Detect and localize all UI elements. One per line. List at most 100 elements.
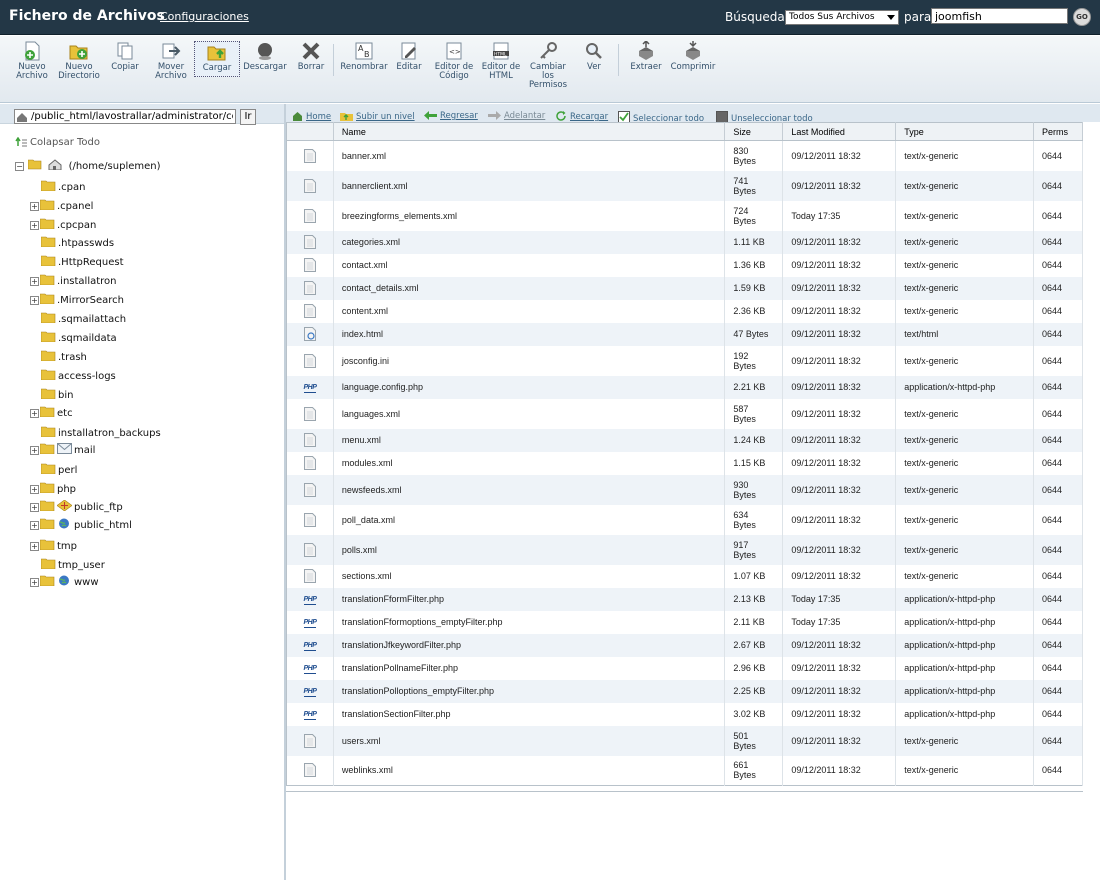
home-link[interactable]: Home [292,111,331,122]
expand-toggle-icon[interactable]: + [30,542,39,551]
permissions-button[interactable]: Cambiar los Permisos [526,41,570,90]
file-name-cell[interactable]: breezingforms_elements.xml [333,200,726,231]
file-perms-cell[interactable]: 0644 [1033,299,1083,323]
file-perms-cell[interactable]: 0644 [1033,587,1083,611]
file-name-cell[interactable]: translationPollnameFilter.php [333,656,726,680]
reload-link[interactable]: Recargar [556,111,608,122]
tree-item[interactable]: installatron_backups [30,426,161,439]
file-icon-cell[interactable] [286,504,334,535]
tree-item[interactable]: + .installatron [30,274,117,287]
search-input[interactable] [931,8,1068,24]
file-name-cell[interactable]: categories.xml [333,230,726,254]
expand-toggle-icon[interactable]: + [30,521,39,530]
file-icon-cell[interactable] [286,428,334,452]
table-row[interactable]: breezingforms_elements.xml 724 Bytes Today … [286,200,1083,231]
file-icon-cell[interactable]: PHP [286,656,334,680]
file-perms-cell[interactable]: 0644 [1033,140,1083,171]
tree-item[interactable]: + .cpanel [30,199,93,212]
tree-item[interactable]: + etc [30,406,73,419]
name-column-header[interactable]: Name [333,122,726,141]
delete-button[interactable]: Borrar [296,41,326,72]
upload-button[interactable]: Cargar [194,41,240,77]
table-row[interactable]: PHP translationSectionFilter.php 3.02 KB 09… [286,702,1083,726]
file-icon-cell[interactable] [286,230,334,254]
table-row[interactable]: weblinks.xml 661 Bytes 09/12/2011 18:32 text… [286,755,1083,786]
file-icon-cell[interactable] [286,140,334,171]
table-row[interactable]: poll_data.xml 634 Bytes 09/12/2011 18:32 tex… [286,504,1083,535]
html-editor-button[interactable]: HTML Editor de HTML [480,41,522,81]
expand-toggle-icon[interactable]: + [30,578,39,587]
file-name-cell[interactable]: language.config.php [333,375,726,399]
file-perms-cell[interactable]: 0644 [1033,534,1083,565]
file-icon-cell[interactable] [286,170,334,201]
tree-item[interactable]: + .cpcpan [30,218,96,231]
file-perms-cell[interactable]: 0644 [1033,276,1083,300]
file-perms-cell[interactable]: 0644 [1033,474,1083,505]
table-row[interactable]: sections.xml 1.07 KB 09/12/2011 18:32 text/… [286,564,1083,588]
up-level-link[interactable]: Subir un nivel [340,111,415,122]
file-name-cell[interactable]: translationSectionFilter.php [333,702,726,726]
file-icon-cell[interactable] [286,725,334,756]
copy-button[interactable]: Copiar [108,41,142,72]
tree-item[interactable]: + php [30,482,76,495]
tree-item[interactable]: tmp_user [30,558,105,571]
path-input[interactable] [14,109,236,124]
compress-button[interactable]: Comprimir [670,41,716,72]
file-name-cell[interactable]: index.html [333,322,726,346]
back-link[interactable]: Regresar [424,111,478,121]
modified-column-header[interactable]: Last Modified [782,122,897,141]
forward-link[interactable]: Adelantar [488,111,545,121]
table-row[interactable]: categories.xml 1.11 KB 09/12/2011 18:32 tex… [286,230,1083,254]
file-name-cell[interactable]: contact_details.xml [333,276,726,300]
file-name-cell[interactable]: translationPolloptions_emptyFilter.php [333,679,726,703]
code-editor-button[interactable]: <> Editor de Código [433,41,475,81]
tree-item[interactable]: perl [30,463,77,476]
table-row[interactable]: bannerclient.xml 741 Bytes 09/12/2011 18:32… [286,170,1083,201]
table-row[interactable]: josconfig.ini 192 Bytes 09/12/2011 18:32 tex… [286,345,1083,376]
file-name-cell[interactable]: banner.xml [333,140,726,171]
file-icon-cell[interactable]: PHP [286,375,334,399]
download-button[interactable]: Descargar [243,41,287,72]
tree-item[interactable]: + .MirrorSearch [30,293,124,306]
table-row[interactable]: banner.xml 830 Bytes 09/12/2011 18:32 text/x… [286,140,1083,171]
table-row[interactable]: PHP translationPollnameFilter.php 2.96 KB 0… [286,656,1083,680]
tree-item[interactable]: + mail [30,443,95,456]
file-name-cell[interactable]: poll_data.xml [333,504,726,535]
file-perms-cell[interactable]: 0644 [1033,755,1083,786]
tree-item[interactable]: + www [30,575,99,588]
tree-item[interactable]: .cpan [30,180,86,193]
file-icon-cell[interactable] [286,474,334,505]
file-icon-cell[interactable] [286,200,334,231]
tree-item[interactable]: access-logs [30,369,116,382]
file-name-cell[interactable]: contact.xml [333,253,726,277]
perms-column-header[interactable]: Perms [1033,122,1083,141]
file-icon-cell[interactable]: PHP [286,702,334,726]
file-perms-cell[interactable]: 0644 [1033,633,1083,657]
file-perms-cell[interactable]: 0644 [1033,428,1083,452]
expand-toggle-icon[interactable]: + [30,485,39,494]
expand-toggle-icon[interactable]: + [30,221,39,230]
table-row[interactable]: polls.xml 917 Bytes 09/12/2011 18:32 text/x-… [286,534,1083,565]
rename-button[interactable]: AB Renombrar [340,41,388,72]
tree-item[interactable]: bin [30,388,73,401]
file-name-cell[interactable]: content.xml [333,299,726,323]
settings-link[interactable]: Configuraciones [160,10,249,23]
search-scope-select[interactable]: Todos Sus Archivos [785,10,899,25]
file-icon-cell[interactable] [286,322,334,346]
file-name-cell[interactable]: polls.xml [333,534,726,565]
table-row[interactable]: PHP language.config.php 2.21 KB 09/12/2011 … [286,375,1083,399]
file-perms-cell[interactable]: 0644 [1033,725,1083,756]
file-icon-cell[interactable] [286,755,334,786]
file-perms-cell[interactable]: 0644 [1033,702,1083,726]
file-name-cell[interactable]: menu.xml [333,428,726,452]
path-go-button[interactable]: Ir [240,109,256,125]
table-row[interactable]: content.xml 2.36 KB 09/12/2011 18:32 text/x… [286,299,1083,323]
tree-item[interactable]: .HttpRequest [30,255,124,268]
file-name-cell[interactable]: translationJfkeywordFilter.php [333,633,726,657]
file-name-cell[interactable]: josconfig.ini [333,345,726,376]
file-icon-cell[interactable] [286,276,334,300]
file-perms-cell[interactable]: 0644 [1033,564,1083,588]
expand-toggle-icon[interactable]: + [30,277,39,286]
file-name-cell[interactable]: users.xml [333,725,726,756]
file-icon-cell[interactable]: PHP [286,679,334,703]
